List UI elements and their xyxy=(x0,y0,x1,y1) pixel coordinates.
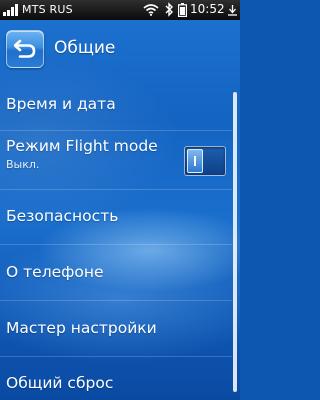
settings-screen: MTS RUS 10:52 Общие Время и дата Режим F… xyxy=(0,0,240,400)
menu-item-label: Режим Flight mode xyxy=(6,137,158,155)
menu-item-label: Безопасность xyxy=(6,207,119,225)
flight-mode-status: Выкл. xyxy=(6,158,40,171)
page-title: Общие xyxy=(54,38,116,58)
back-arrow-icon xyxy=(14,39,36,58)
menu-item-security[interactable]: Безопасность xyxy=(0,190,232,244)
toggle-knob xyxy=(187,149,203,173)
menu-item-label: Общий сброс xyxy=(6,374,114,392)
status-bar: MTS RUS 10:52 xyxy=(0,0,240,20)
clock: 10:52 xyxy=(190,2,225,16)
scrollbar[interactable] xyxy=(233,92,237,392)
carrier-name: MTS RUS xyxy=(22,3,73,16)
bluetooth-icon xyxy=(165,2,173,17)
flight-mode-toggle[interactable] xyxy=(184,146,226,176)
battery-icon xyxy=(178,3,187,17)
menu-item-label: Мастер настройки xyxy=(6,319,157,337)
header: Общие xyxy=(0,20,240,76)
menu-item-setup-wizard[interactable]: Мастер настройки xyxy=(0,301,232,356)
menu-item-label: О телефоне xyxy=(6,263,104,281)
menu-item-master-reset[interactable]: Общий сброс xyxy=(0,357,232,400)
wifi-icon xyxy=(143,4,159,16)
menu-item-date-time[interactable]: Время и дата xyxy=(0,78,232,130)
signal-icon xyxy=(3,4,18,16)
back-button[interactable] xyxy=(6,30,44,68)
menu-item-label: Время и дата xyxy=(6,95,116,113)
menu-item-about-phone[interactable]: О телефоне xyxy=(0,245,232,300)
sync-icon xyxy=(228,5,237,16)
